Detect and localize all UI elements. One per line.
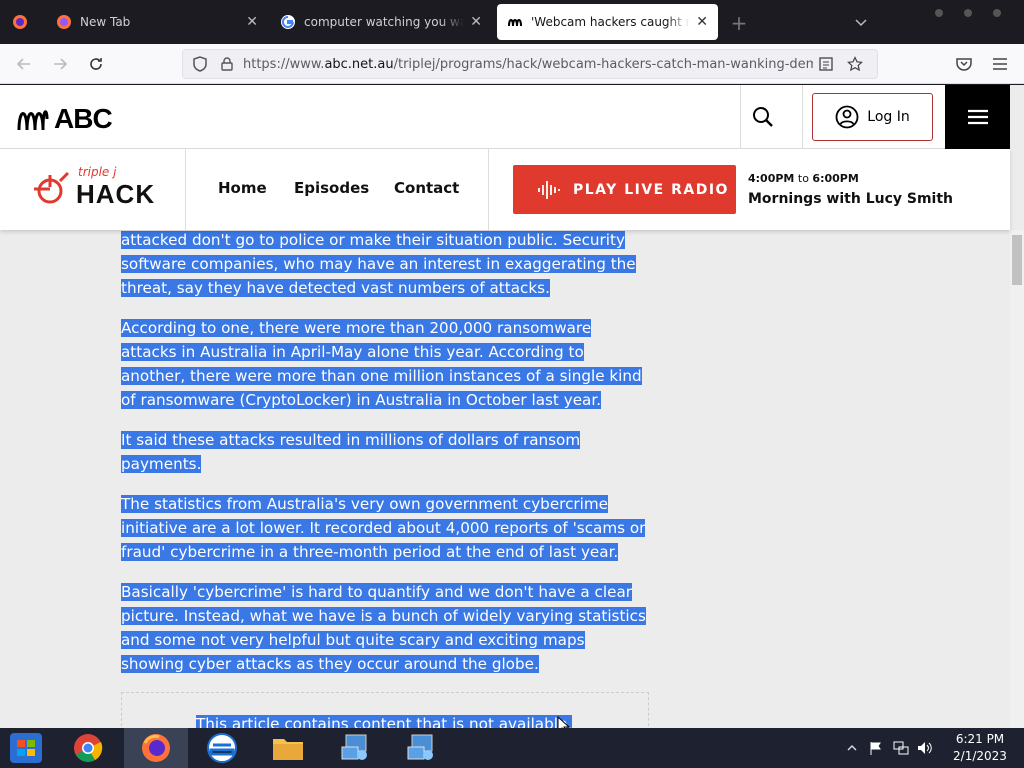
new-tab-icon[interactable]: +	[728, 11, 750, 35]
close-tab-icon[interactable]: ✕	[696, 14, 708, 30]
list-all-tabs-icon[interactable]	[852, 14, 870, 32]
os-taskbar: 6:21 PM 2/1/2023	[0, 728, 1024, 768]
minimize-icon[interactable]	[932, 6, 946, 20]
search-icon[interactable]	[751, 105, 775, 129]
triplej-text: triple j	[78, 165, 117, 179]
maximize-icon[interactable]	[961, 6, 975, 20]
main-menu-button[interactable]	[945, 85, 1010, 149]
abc-logo[interactable]: ABC	[16, 103, 113, 135]
url-text[interactable]: https://www.abc.net.au/triplej/programs/…	[243, 57, 813, 72]
firefox-icon	[142, 734, 170, 762]
action-center-flag-icon[interactable]	[868, 740, 884, 756]
now-playing-time: 4:00PM to 6:00PM	[748, 172, 859, 185]
log-in-label: Log In	[867, 109, 910, 125]
taskbar-app-remote-2[interactable]	[390, 728, 454, 768]
tab-title: 'Webcam hackers caught me wanking'	[531, 15, 690, 29]
back-icon[interactable]	[14, 54, 34, 74]
google-icon	[281, 15, 295, 29]
network-icon[interactable]	[892, 740, 910, 756]
clock-time: 6:21 PM	[955, 732, 1005, 746]
abc-lissajous-logo-icon	[17, 110, 49, 131]
triplej-logo-icon	[34, 171, 70, 204]
article-paragraph: Basically 'cybercrime' is hard to quanti…	[121, 583, 646, 673]
browser-tab-bar: New Tab ✕ computer watching you wank - G…	[0, 0, 1024, 44]
bookmark-star-icon[interactable]	[847, 56, 863, 72]
tab-new-tab[interactable]: New Tab ✕	[46, 4, 268, 40]
triplej-hack-logo[interactable]: triple j HACK	[30, 165, 160, 213]
forward-icon[interactable]	[50, 54, 70, 74]
article-paragraph: According to one, there were more than 2…	[121, 319, 642, 409]
network-computer-icon	[341, 734, 367, 760]
browser-nav-bar: https://www.abc.net.au/triplej/programs/…	[0, 44, 1024, 84]
tracking-protection-shield-icon[interactable]	[193, 56, 207, 72]
address-bar[interactable]: https://www.abc.net.au/triplej/programs/…	[182, 49, 878, 79]
article-paragraph: attacked don't go to police or make thei…	[121, 231, 636, 297]
scrollbar-thumb[interactable]	[1012, 235, 1022, 285]
abc-header: ABC Log In	[0, 85, 1010, 149]
taskbar-app-globe[interactable]	[190, 728, 254, 768]
hack-program-header: triple j HACK Home Episodes Contact PLAY…	[0, 149, 1010, 230]
folder-icon	[273, 739, 303, 760]
globe-app-icon	[207, 733, 237, 763]
close-tab-icon[interactable]: ✕	[246, 14, 258, 30]
play-live-radio-button[interactable]: PLAY LIVE RADIO	[513, 165, 736, 214]
audio-wave-icon	[538, 180, 560, 199]
abc-logo-text: ABC	[54, 103, 113, 134]
hamburger-menu-icon	[967, 109, 988, 125]
nav-episodes-link[interactable]: Episodes	[294, 179, 369, 197]
close-window-icon[interactable]	[990, 6, 1004, 20]
clock-date: 2/1/2023	[953, 749, 1007, 763]
article-body: attacked don't go to police or make thei…	[121, 230, 651, 728]
nav-contact-link[interactable]: Contact	[394, 179, 459, 197]
user-icon	[835, 105, 859, 129]
log-in-button[interactable]: Log In	[812, 93, 933, 141]
show-hidden-icons-chevron-icon[interactable]	[846, 742, 858, 754]
abc-logo-icon	[508, 19, 522, 27]
network-computer-icon	[407, 734, 433, 760]
firefox-icon	[57, 15, 71, 29]
app-menu-icon[interactable]	[990, 54, 1010, 74]
taskbar-app-chrome[interactable]	[56, 728, 120, 768]
taskbar-clock[interactable]: 6:21 PM 2/1/2023	[940, 731, 1020, 765]
article-paragraph: It said these attacks resulted in millio…	[121, 431, 581, 473]
windows-start-icon	[10, 733, 42, 763]
taskbar-app-file-explorer[interactable]	[256, 728, 320, 768]
taskbar-app-start[interactable]	[0, 728, 52, 768]
tab-abc-article[interactable]: 'Webcam hackers caught me wanking' ✕	[497, 4, 718, 40]
article-paragraph: The statistics from Australia's very own…	[121, 495, 646, 561]
mouse-cursor-icon	[557, 716, 571, 728]
reader-view-icon[interactable]	[819, 57, 833, 71]
hack-text: HACK	[76, 179, 156, 209]
now-playing-show[interactable]: Mornings with Lucy Smith	[748, 191, 953, 207]
page-scrollbar[interactable]	[1010, 230, 1024, 728]
taskbar-app-firefox[interactable]	[124, 728, 188, 768]
pocket-icon[interactable]	[954, 54, 974, 74]
play-live-radio-label: PLAY LIVE RADIO	[573, 181, 729, 198]
chrome-icon	[74, 734, 103, 762]
tab-title: computer watching you wank - Google Sear…	[304, 15, 465, 29]
volume-icon[interactable]	[916, 740, 934, 756]
nav-home-link[interactable]: Home	[218, 179, 267, 197]
lock-icon[interactable]	[221, 57, 233, 71]
close-tab-icon[interactable]: ✕	[470, 14, 482, 30]
taskbar-app-remote-1[interactable]	[324, 728, 388, 768]
reload-icon[interactable]	[86, 54, 106, 74]
tab-title: New Tab	[80, 15, 131, 29]
web-page: ABC Log In triple j HACK Home Episodes C…	[0, 85, 1024, 728]
tab-google-search[interactable]: computer watching you wank - Google Sear…	[270, 4, 492, 40]
firefox-menu-icon[interactable]	[10, 12, 30, 32]
